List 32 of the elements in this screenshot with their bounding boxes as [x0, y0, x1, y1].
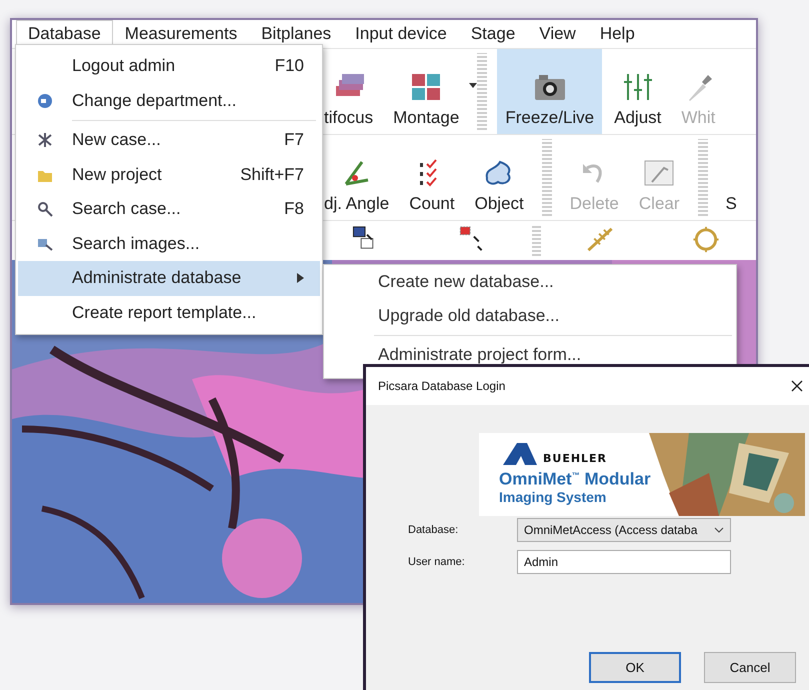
menu-item[interactable]: View — [527, 20, 588, 48]
menu-item[interactable]: Change department... — [18, 84, 320, 118]
menu-item[interactable]: Stage — [458, 20, 528, 48]
shortcut-label: F8 — [284, 199, 304, 220]
toolbar-button[interactable]: Freeze/Live — [497, 49, 602, 134]
toolbar-button[interactable]: Count — [401, 135, 463, 220]
menu-item[interactable]: Logout admin F10 — [18, 49, 320, 84]
menu-item[interactable]: Help — [588, 20, 647, 48]
toolbar-grip — [532, 225, 541, 256]
menu-item[interactable]: Bitplanes — [249, 20, 344, 48]
menu-item[interactable]: Input device — [343, 20, 459, 48]
menu-item-label: New project — [72, 164, 163, 185]
menu-item[interactable]: Measurements — [112, 20, 250, 48]
menu-item-label: Search images... — [72, 234, 201, 254]
menu-item-label: New case... — [72, 130, 162, 150]
menu-item-label: Change department... — [72, 90, 238, 111]
menu-item-label: Logout admin — [72, 56, 176, 76]
shortcut-label: F10 — [274, 56, 304, 76]
menu-item-label: Search case... — [72, 199, 182, 220]
camera-icon — [532, 72, 567, 102]
eraser-icon — [642, 158, 676, 188]
shortcut-label: Shift+F7 — [240, 164, 304, 185]
toolbar-button[interactable]: Montage — [385, 49, 468, 134]
toolbar-button[interactable]: Adjust — [606, 49, 670, 134]
toolbar-button[interactable]: Object — [466, 135, 532, 220]
shortcut-label: F7 — [284, 130, 304, 150]
ok-button[interactable]: OK — [589, 652, 681, 683]
cancel-button[interactable]: Cancel — [704, 652, 796, 683]
toolbar-button[interactable]: S — [718, 135, 745, 220]
search-icon — [37, 201, 53, 218]
menu-item[interactable]: Search images... — [18, 226, 320, 261]
close-button[interactable] — [791, 380, 803, 392]
